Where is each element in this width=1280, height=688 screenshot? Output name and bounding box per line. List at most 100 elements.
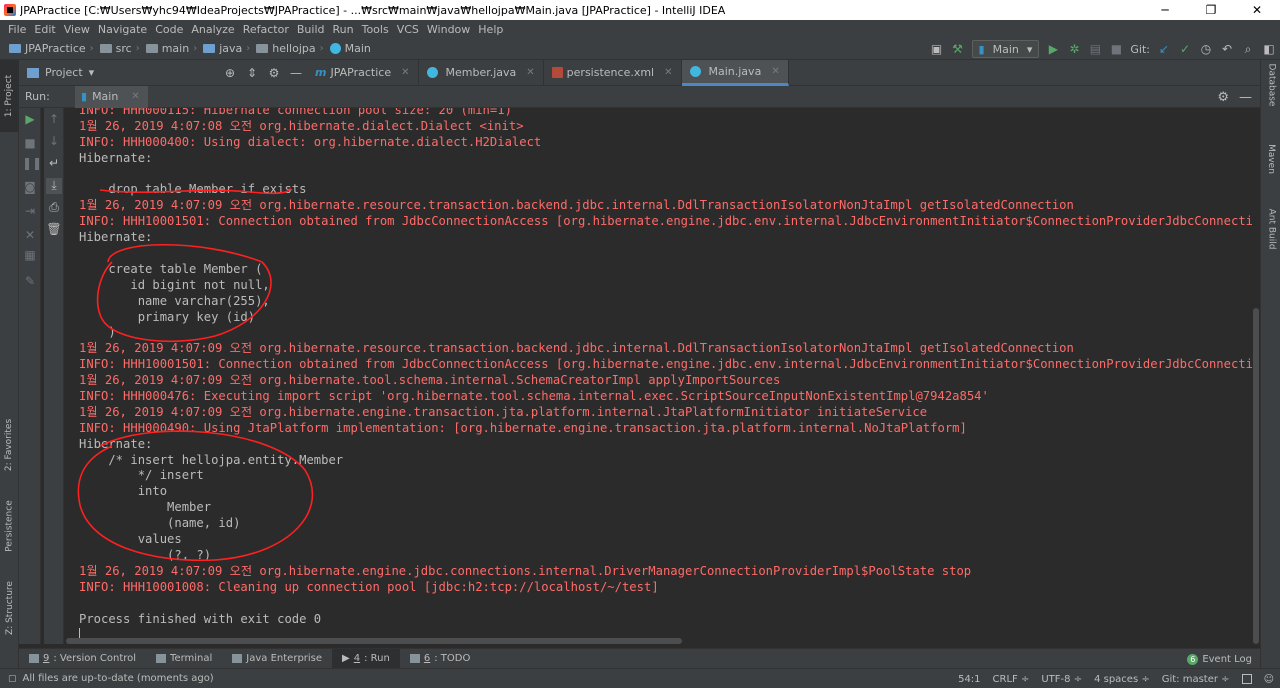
- menu-window[interactable]: Window: [423, 23, 474, 36]
- build-hammer-icon[interactable]: ⚒: [951, 42, 965, 56]
- run-tab-main[interactable]: ▮ Main ✕: [75, 85, 148, 108]
- line-separator-select[interactable]: CRLF ÷: [993, 674, 1030, 685]
- console-vertical-scrollbar[interactable]: [1252, 108, 1260, 644]
- menu-view[interactable]: View: [60, 23, 94, 36]
- menu-edit[interactable]: Edit: [30, 23, 59, 36]
- tool-tab-ant-build[interactable]: Ant Build: [1261, 209, 1280, 290]
- close-icon[interactable]: ✕: [771, 66, 779, 77]
- git-update-icon[interactable]: ↙: [1157, 42, 1171, 56]
- maximize-button[interactable]: ❐: [1188, 0, 1234, 20]
- tool-tab-label: Maven: [1266, 144, 1277, 174]
- layout-icon[interactable]: ▦: [22, 248, 38, 264]
- collapse-all-icon[interactable]: ⇕: [241, 66, 263, 80]
- menu-help[interactable]: Help: [474, 23, 507, 36]
- tab-shortcut: 4: [353, 653, 361, 664]
- locate-target-icon[interactable]: ⊕: [219, 66, 241, 80]
- breadcrumb-java[interactable]: java ›: [200, 42, 253, 55]
- tool-tab-run[interactable]: ▶ 4: Run: [332, 648, 400, 669]
- console-line: (?, ?): [79, 547, 212, 562]
- status-toggle-icon[interactable]: ▢: [8, 674, 17, 684]
- editor-tab-persistence-xml[interactable]: persistence.xml ✕: [544, 59, 682, 86]
- tool-tab-persistence[interactable]: Persistence: [0, 490, 19, 562]
- menu-navigate[interactable]: Navigate: [94, 23, 151, 36]
- gear-icon[interactable]: ⚙: [1217, 90, 1229, 105]
- ide-update-icon[interactable]: ◧: [1262, 42, 1276, 56]
- breadcrumb-src[interactable]: src ›: [97, 42, 143, 55]
- console-line: name varchar(255),: [79, 293, 270, 308]
- breadcrumb-main-class[interactable]: Main: [327, 42, 374, 55]
- tool-tab-maven[interactable]: Maven: [1261, 140, 1280, 206]
- close-icon[interactable]: ✕: [22, 228, 38, 244]
- rerun-icon[interactable]: ▶: [22, 112, 38, 128]
- trash-icon[interactable]: 🗑: [46, 222, 62, 238]
- console-line: INFO: HHH000490: Using JtaPlatform imple…: [79, 420, 967, 435]
- menu-file[interactable]: File: [4, 23, 30, 36]
- git-rollback-icon[interactable]: ↶: [1220, 42, 1234, 56]
- chevron-right-icon: ›: [135, 43, 140, 54]
- exit-icon[interactable]: ⇥: [22, 204, 38, 220]
- stop-icon[interactable]: ■: [1109, 42, 1123, 56]
- run-toolbar-secondary: ↑ ↓ ↵ ⤓ ⎙ 🗑: [44, 108, 64, 644]
- gear-icon[interactable]: ⚙: [263, 66, 285, 80]
- breadcrumb-hellojpa[interactable]: hellojpa ›: [253, 42, 326, 55]
- indent-select[interactable]: 4 spaces ÷: [1094, 674, 1150, 685]
- tool-tab-terminal[interactable]: Terminal: [146, 649, 222, 669]
- console-horizontal-scrollbar[interactable]: [66, 638, 682, 644]
- breadcrumb-project[interactable]: JPAPractice ›: [6, 42, 97, 55]
- tool-tab-java-enterprise[interactable]: Java Enterprise: [222, 649, 332, 669]
- print-icon[interactable]: ⎙: [46, 200, 62, 216]
- menu-refactor[interactable]: Refactor: [239, 23, 293, 36]
- encoding-select[interactable]: UTF-8 ÷: [1041, 674, 1082, 685]
- event-log-button[interactable]: 6 Event Log: [1187, 649, 1252, 669]
- hide-panel-icon[interactable]: —: [1239, 90, 1252, 105]
- pin-icon[interactable]: ✎: [22, 274, 38, 290]
- debug-icon[interactable]: ✲: [1067, 42, 1081, 56]
- hide-panel-icon[interactable]: —: [285, 66, 307, 80]
- menu-vcs[interactable]: VCS: [393, 23, 423, 36]
- editor-tab-jpapractice[interactable]: m JPAPractice ✕: [307, 59, 419, 86]
- scrollbar-thumb[interactable]: [1253, 308, 1259, 644]
- camera-icon[interactable]: ◙: [22, 180, 38, 196]
- project-structure-icon[interactable]: ▣: [930, 42, 944, 56]
- git-branch-select[interactable]: Git: master ÷: [1162, 674, 1230, 685]
- close-icon[interactable]: ✕: [526, 67, 534, 78]
- lock-icon[interactable]: [1241, 674, 1252, 684]
- menu-code[interactable]: Code: [151, 23, 187, 36]
- run-configuration-select[interactable]: ▮ Main ▾: [971, 40, 1040, 58]
- menu-tools[interactable]: Tools: [358, 23, 393, 36]
- close-icon[interactable]: ✕: [131, 91, 139, 102]
- project-view-select[interactable]: Project ▾: [19, 66, 219, 79]
- tool-tab-favorites[interactable]: 2: Favorites: [0, 406, 19, 484]
- close-icon[interactable]: ✕: [664, 67, 672, 78]
- close-button[interactable]: ✕: [1234, 0, 1280, 20]
- stop-icon[interactable]: ■: [22, 136, 38, 152]
- console-text: INFO: HHH000115: Hibernate connection po…: [79, 108, 1252, 643]
- memory-indicator-icon[interactable]: ☺: [1264, 674, 1274, 685]
- arrow-up-icon[interactable]: ↑: [46, 112, 62, 128]
- minimize-button[interactable]: ─: [1142, 0, 1188, 20]
- tool-tab-structure[interactable]: Z: Structure: [0, 568, 19, 648]
- pause-icon[interactable]: ❚❚: [22, 156, 42, 172]
- tool-tab-database[interactable]: Database: [1261, 64, 1280, 136]
- git-commit-icon[interactable]: ✓: [1178, 42, 1192, 56]
- caret-position[interactable]: 54:1: [958, 674, 980, 685]
- menu-run[interactable]: Run: [329, 23, 358, 36]
- coverage-icon[interactable]: ▤: [1088, 42, 1102, 56]
- git-history-icon[interactable]: ◷: [1199, 42, 1213, 56]
- arrow-down-icon[interactable]: ↓: [46, 134, 62, 150]
- tool-tab-todo[interactable]: 6: TODO: [400, 649, 480, 669]
- tool-tab-project[interactable]: 1: Project: [0, 60, 19, 132]
- editor-tab-main-java[interactable]: Main.java ✕: [681, 59, 789, 86]
- scroll-to-end-icon[interactable]: ⤓: [46, 178, 62, 194]
- run-icon[interactable]: ▶: [1046, 42, 1060, 56]
- soft-wrap-icon[interactable]: ↵: [46, 156, 62, 172]
- menu-analyze[interactable]: Analyze: [187, 23, 238, 36]
- breadcrumb-main[interactable]: main ›: [143, 42, 200, 55]
- editor-tab-member-java[interactable]: Member.java ✕: [419, 59, 544, 86]
- search-icon[interactable]: ⌕: [1241, 42, 1255, 56]
- console-output[interactable]: INFO: HHH000115: Hibernate connection po…: [65, 108, 1252, 644]
- close-icon[interactable]: ✕: [401, 67, 409, 78]
- tool-tab-version-control[interactable]: 9: Version Control: [19, 649, 146, 669]
- menu-build[interactable]: Build: [293, 23, 329, 36]
